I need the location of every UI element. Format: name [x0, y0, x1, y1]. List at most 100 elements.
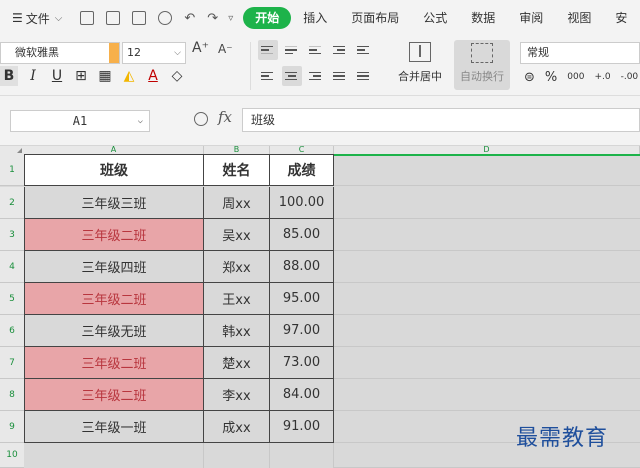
- align-right-button[interactable]: [306, 66, 326, 86]
- ribbon: 微软雅黑 12 ⌵ A⁺ A⁻ B I U ⊞ ▦ ◭ A ◇ 合并居中 自动换…: [0, 36, 640, 96]
- align-center-button[interactable]: [282, 66, 302, 86]
- tab-formulas[interactable]: 公式: [411, 7, 459, 29]
- align-top-button[interactable]: [258, 40, 278, 60]
- font-color-icon[interactable]: A: [144, 66, 162, 86]
- justify-button[interactable]: [330, 66, 350, 86]
- column-header-a[interactable]: A: [24, 146, 204, 154]
- table-cell[interactable]: 97.00: [270, 315, 334, 347]
- table-cell[interactable]: 周xx: [204, 187, 270, 219]
- save-icon[interactable]: [80, 11, 95, 25]
- table-cell[interactable]: 三年级二班: [24, 347, 204, 379]
- indent-decrease-button[interactable]: [330, 40, 350, 60]
- name-box[interactable]: A1 ⌵: [10, 110, 150, 132]
- wrap-text-icon: [471, 43, 493, 63]
- table-cell[interactable]: 三年级二班: [24, 379, 204, 411]
- column-header-c[interactable]: C: [270, 146, 334, 154]
- cell-style-icon[interactable]: ▦: [96, 66, 114, 86]
- preview-icon[interactable]: [158, 11, 173, 25]
- border-icon[interactable]: ⊞: [72, 66, 90, 86]
- number-format-select[interactable]: 常规: [520, 42, 640, 64]
- underline-button[interactable]: U: [48, 66, 66, 86]
- percent-button[interactable]: %: [545, 70, 557, 85]
- currency-icon[interactable]: ⊜: [524, 70, 535, 85]
- formula-input[interactable]: 班级: [242, 108, 640, 132]
- thousands-button[interactable]: 000: [567, 73, 584, 82]
- font-name-select[interactable]: 微软雅黑: [0, 42, 120, 64]
- tab-security[interactable]: 安: [603, 7, 639, 29]
- align-middle-button[interactable]: [282, 40, 302, 60]
- merge-center-button[interactable]: 合并居中: [390, 40, 450, 84]
- table-cell[interactable]: 李xx: [204, 379, 270, 411]
- row-header[interactable]: 8: [0, 379, 24, 411]
- table-cell[interactable]: 王xx: [204, 283, 270, 315]
- table-cell[interactable]: 100.00: [270, 187, 334, 219]
- table-cell[interactable]: 成xx: [204, 411, 270, 443]
- tab-insert[interactable]: 插入: [291, 7, 339, 29]
- empty-cell[interactable]: [270, 443, 334, 468]
- grow-font-icon[interactable]: A⁺: [192, 40, 209, 56]
- table-cell[interactable]: 85.00: [270, 219, 334, 251]
- align-left-button[interactable]: [258, 66, 278, 86]
- tab-data[interactable]: 数据: [459, 7, 507, 29]
- indent-increase-button[interactable]: [354, 40, 374, 60]
- table-cell[interactable]: 郑xx: [204, 251, 270, 283]
- wrap-text-button[interactable]: 自动换行: [454, 40, 510, 90]
- italic-button[interactable]: I: [24, 66, 42, 86]
- hamburger-icon: ☰: [12, 11, 23, 25]
- select-all-corner[interactable]: [0, 146, 24, 154]
- table-cell[interactable]: 95.00: [270, 283, 334, 315]
- column-header-b[interactable]: B: [204, 146, 270, 154]
- table-cell[interactable]: 91.00: [270, 411, 334, 443]
- table-cell[interactable]: 三年级二班: [24, 283, 204, 315]
- empty-cell[interactable]: [24, 443, 204, 468]
- shrink-font-icon[interactable]: A⁻: [218, 42, 233, 56]
- table-cell[interactable]: 三年级一班: [24, 411, 204, 443]
- table-cell[interactable]: 73.00: [270, 347, 334, 379]
- row-header[interactable]: 4: [0, 251, 24, 283]
- table-cell[interactable]: 韩xx: [204, 315, 270, 347]
- column-header-d[interactable]: D: [334, 146, 640, 154]
- fill-color-icon[interactable]: ◭: [120, 66, 138, 86]
- redo-icon[interactable]: ↷: [207, 11, 218, 26]
- number-format-value: 常规: [527, 46, 549, 59]
- eraser-icon[interactable]: ◇: [168, 66, 186, 86]
- font-name-dropdown-icon[interactable]: [109, 43, 119, 63]
- table-cell[interactable]: 三年级二班: [24, 219, 204, 251]
- row-header[interactable]: 3: [0, 219, 24, 251]
- tab-page-layout[interactable]: 页面布局: [339, 7, 411, 29]
- file-menu[interactable]: ☰ 文件 ⌵: [12, 10, 62, 27]
- row-header[interactable]: 5: [0, 283, 24, 315]
- table-cell[interactable]: 三年级三班: [24, 187, 204, 219]
- tab-review[interactable]: 审阅: [507, 7, 555, 29]
- table-cell[interactable]: 三年级无班: [24, 315, 204, 347]
- font-size-select[interactable]: 12 ⌵: [122, 42, 186, 64]
- tab-home[interactable]: 开始: [243, 7, 292, 29]
- decrease-decimal-button[interactable]: -.00: [621, 73, 639, 82]
- row-header[interactable]: 1: [0, 154, 24, 186]
- customize-chevron-icon[interactable]: ▿: [228, 13, 233, 24]
- row-header[interactable]: 9: [0, 411, 24, 443]
- table-cell[interactable]: 88.00: [270, 251, 334, 283]
- align-bottom-button[interactable]: [306, 40, 326, 60]
- header-cell[interactable]: 成绩: [270, 154, 334, 186]
- tab-view[interactable]: 视图: [555, 7, 603, 29]
- table-cell[interactable]: 吴xx: [204, 219, 270, 251]
- header-cell[interactable]: 班级: [24, 154, 204, 186]
- table-cell[interactable]: 楚xx: [204, 347, 270, 379]
- table-cell[interactable]: 84.00: [270, 379, 334, 411]
- bold-button[interactable]: B: [0, 66, 18, 86]
- undo-icon[interactable]: ↶: [184, 11, 195, 26]
- row-header[interactable]: 10: [0, 443, 24, 468]
- increase-decimal-button[interactable]: +.0: [594, 73, 610, 82]
- print-icon[interactable]: [132, 11, 147, 25]
- table-cell[interactable]: 三年级四班: [24, 251, 204, 283]
- distributed-button[interactable]: [354, 66, 374, 86]
- format-painter-icon[interactable]: [106, 11, 121, 25]
- zoom-icon[interactable]: [194, 112, 208, 126]
- fx-icon[interactable]: fx: [218, 108, 232, 126]
- row-header[interactable]: 6: [0, 315, 24, 347]
- row-header[interactable]: 2: [0, 187, 24, 219]
- row-header[interactable]: 7: [0, 347, 24, 379]
- empty-cell[interactable]: [204, 443, 270, 468]
- header-cell[interactable]: 姓名: [204, 154, 270, 186]
